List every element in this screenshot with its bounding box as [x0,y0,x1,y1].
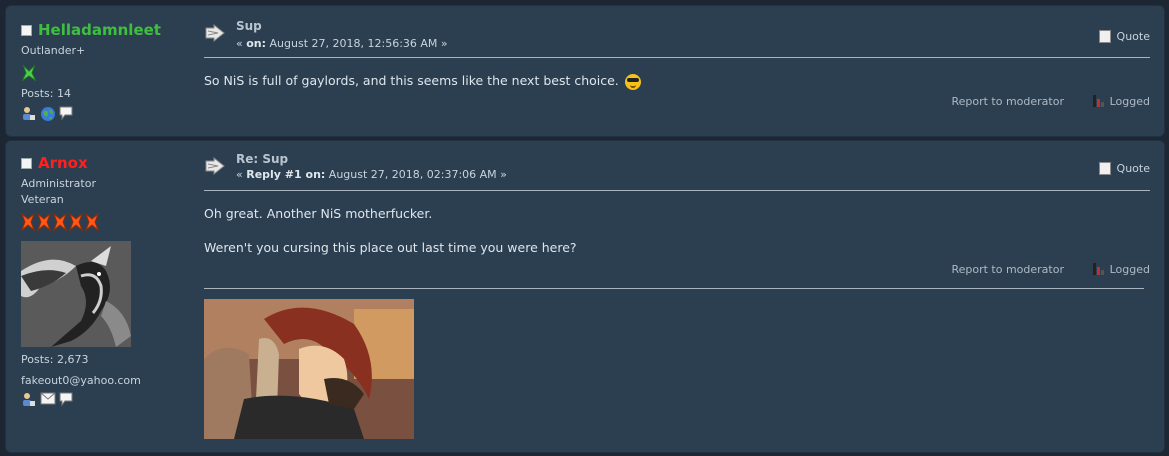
post-count: Posts: 14 [21,87,71,100]
rank-star-icon [69,213,83,231]
rank-star-icon [21,64,37,82]
profile-icon[interactable] [21,106,36,121]
post-body: So NiS is full of gaylords, and this see… [204,73,641,90]
post-subject[interactable]: Sup [236,19,262,33]
email-address: fakeout0@yahoo.com [21,374,141,387]
quote-button[interactable]: Quote [1098,162,1150,175]
rank-star-icon [85,213,99,231]
report-to-moderator-link[interactable]: Report to moderator [951,95,1064,108]
post-1: Helladamnleet Outlander+ Posts: 14 Sup «… [5,5,1165,137]
member-rank: Veteran [21,193,64,206]
offline-status-icon [21,157,32,169]
website-icon[interactable] [40,106,55,121]
quote-button[interactable]: Quote [1098,30,1150,43]
divider [204,190,1150,191]
post-subject[interactable]: Re: Sup [236,152,288,166]
ip-icon [1092,263,1104,275]
email-icon[interactable] [40,392,56,407]
ip-icon [1092,95,1104,107]
rank-star-icon [53,213,67,231]
post-icon [204,23,226,43]
post-2: Arnox Administrator Veteran Posts: 2,673 [5,140,1165,453]
quote-icon [1098,30,1111,43]
report-to-moderator-link[interactable]: Report to moderator [951,263,1064,276]
post-meta: « on: August 27, 2018, 12:56:36 AM » [236,37,448,50]
post-icon [204,156,226,176]
post-meta: « Reply #1 on: August 27, 2018, 02:37:06… [236,168,507,181]
rank-stars [21,213,99,231]
rank-star-icon [21,213,35,231]
post-count: Posts: 2,673 [21,353,89,366]
profile-icon[interactable] [21,392,36,407]
divider [204,57,1150,58]
logged-indicator: Logged [1092,94,1150,108]
post-body-line: Oh great. Another NiS motherfucker. [204,206,433,221]
username-link[interactable]: Arnox [21,154,88,172]
username-link[interactable]: Helladamnleet [21,21,161,39]
offline-status-icon [21,24,32,36]
member-group: Administrator [21,177,96,190]
cool-smiley-icon [624,73,641,90]
member-group: Outlander+ [21,44,86,57]
logged-indicator: Logged [1092,262,1150,276]
pm-icon[interactable] [59,392,74,407]
signature-image [204,299,414,439]
quote-icon [1098,162,1111,175]
signature-divider [204,288,1144,289]
avatar [21,241,131,347]
rank-star-icon [37,213,51,231]
pm-icon[interactable] [59,106,74,121]
post-body-line: Weren't you cursing this place out last … [204,240,577,255]
